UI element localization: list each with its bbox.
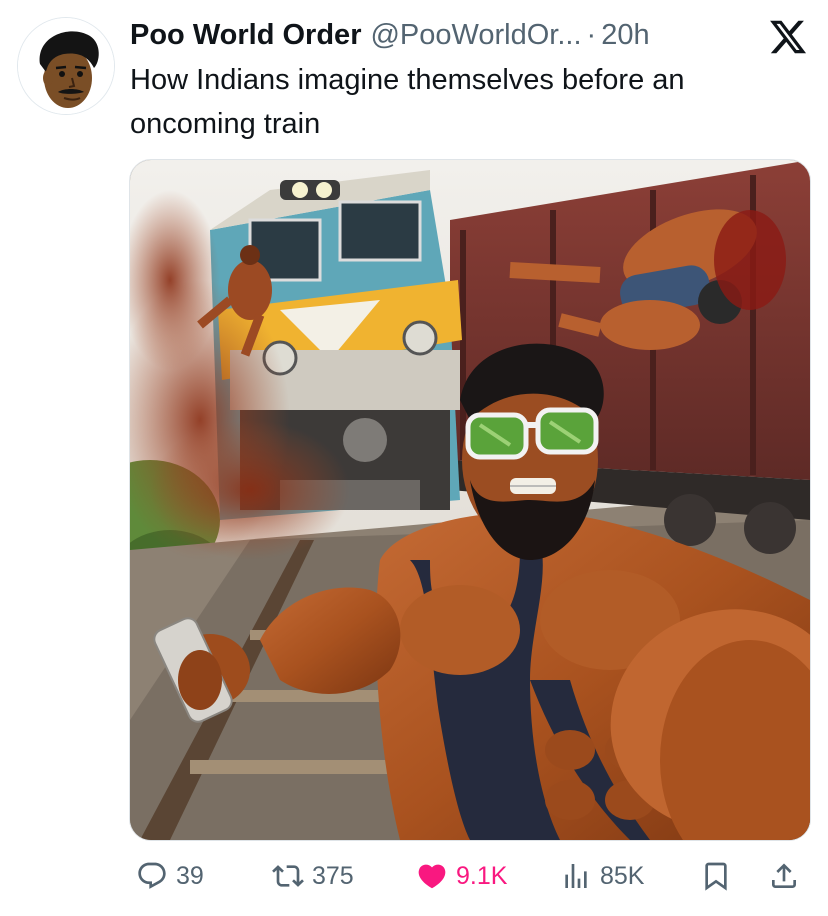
heart-icon (418, 864, 446, 889)
reply-count: 39 (176, 861, 204, 890)
share-upload-icon (772, 863, 796, 888)
bookmark-button[interactable] (700, 852, 732, 900)
avatar[interactable] (17, 17, 115, 115)
reply-button[interactable]: 39 (136, 852, 204, 900)
bar-chart-icon (565, 864, 587, 888)
user-handle[interactable]: @PooWorldOr... (370, 19, 581, 52)
repost-count: 375 (312, 861, 354, 890)
tweet-text: How Indians imagine themselves before an… (130, 64, 685, 140)
views-count: 85K (600, 861, 645, 890)
repost-button[interactable]: 375 (272, 852, 354, 900)
tweet-actions-bar: 39 375 9.1K 85K (0, 852, 828, 900)
share-button[interactable] (768, 852, 800, 900)
display-name[interactable]: Poo World Order (130, 19, 361, 52)
bookmark-icon (705, 862, 727, 891)
avatar-cartoon-face-image (18, 18, 114, 114)
tweet-header: Poo World Order @PooWorldOr... · 20h (130, 14, 650, 56)
like-button[interactable]: 9.1K (416, 852, 507, 900)
like-count: 9.1K (456, 861, 508, 890)
views-button[interactable]: 85K (560, 852, 644, 900)
train-selfie-illustration (130, 160, 810, 840)
separator-dot: · (586, 18, 597, 51)
speech-bubble-icon (138, 862, 166, 889)
repost-arrows-icon (272, 865, 304, 887)
timestamp[interactable]: 20h (601, 19, 649, 52)
x-logo-icon (768, 17, 808, 57)
tweet-media-image[interactable] (129, 159, 811, 841)
